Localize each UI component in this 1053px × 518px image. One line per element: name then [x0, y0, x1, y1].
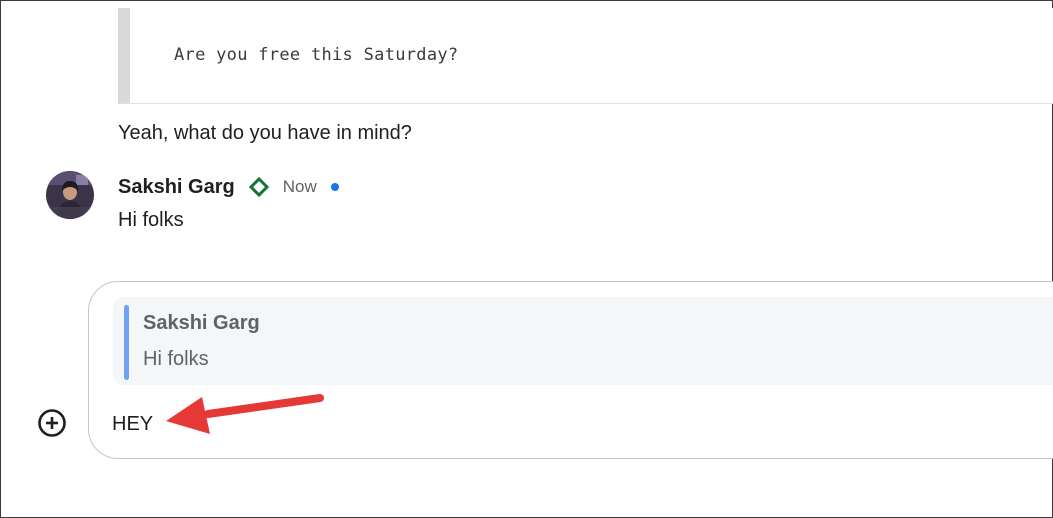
reply-text: Hi folks — [143, 348, 209, 370]
sender-name[interactable]: Sakshi Garg — [118, 176, 235, 199]
quoted-message-text: Are you free this Saturday? — [174, 45, 459, 65]
add-attachment-button[interactable] — [37, 408, 67, 438]
message-body: Hi folks — [118, 209, 184, 231]
plus-circle-icon — [38, 409, 66, 437]
reply-accent-bar — [124, 305, 129, 380]
message-header: Sakshi Garg Now — [118, 174, 339, 200]
quoted-message-block: Are you free this Saturday? — [118, 8, 1053, 104]
reply-sender-name: Sakshi Garg — [143, 312, 260, 334]
reply-preview: Sakshi Garg Hi folks — [113, 297, 1053, 385]
unread-indicator — [330, 183, 339, 191]
previous-message-text: Yeah, what do you have in mind? — [118, 122, 412, 144]
message-timestamp: Now — [282, 177, 317, 196]
diamond-outline-icon — [248, 176, 269, 198]
avatar[interactable] — [46, 171, 94, 219]
annotation-arrow — [166, 394, 324, 434]
